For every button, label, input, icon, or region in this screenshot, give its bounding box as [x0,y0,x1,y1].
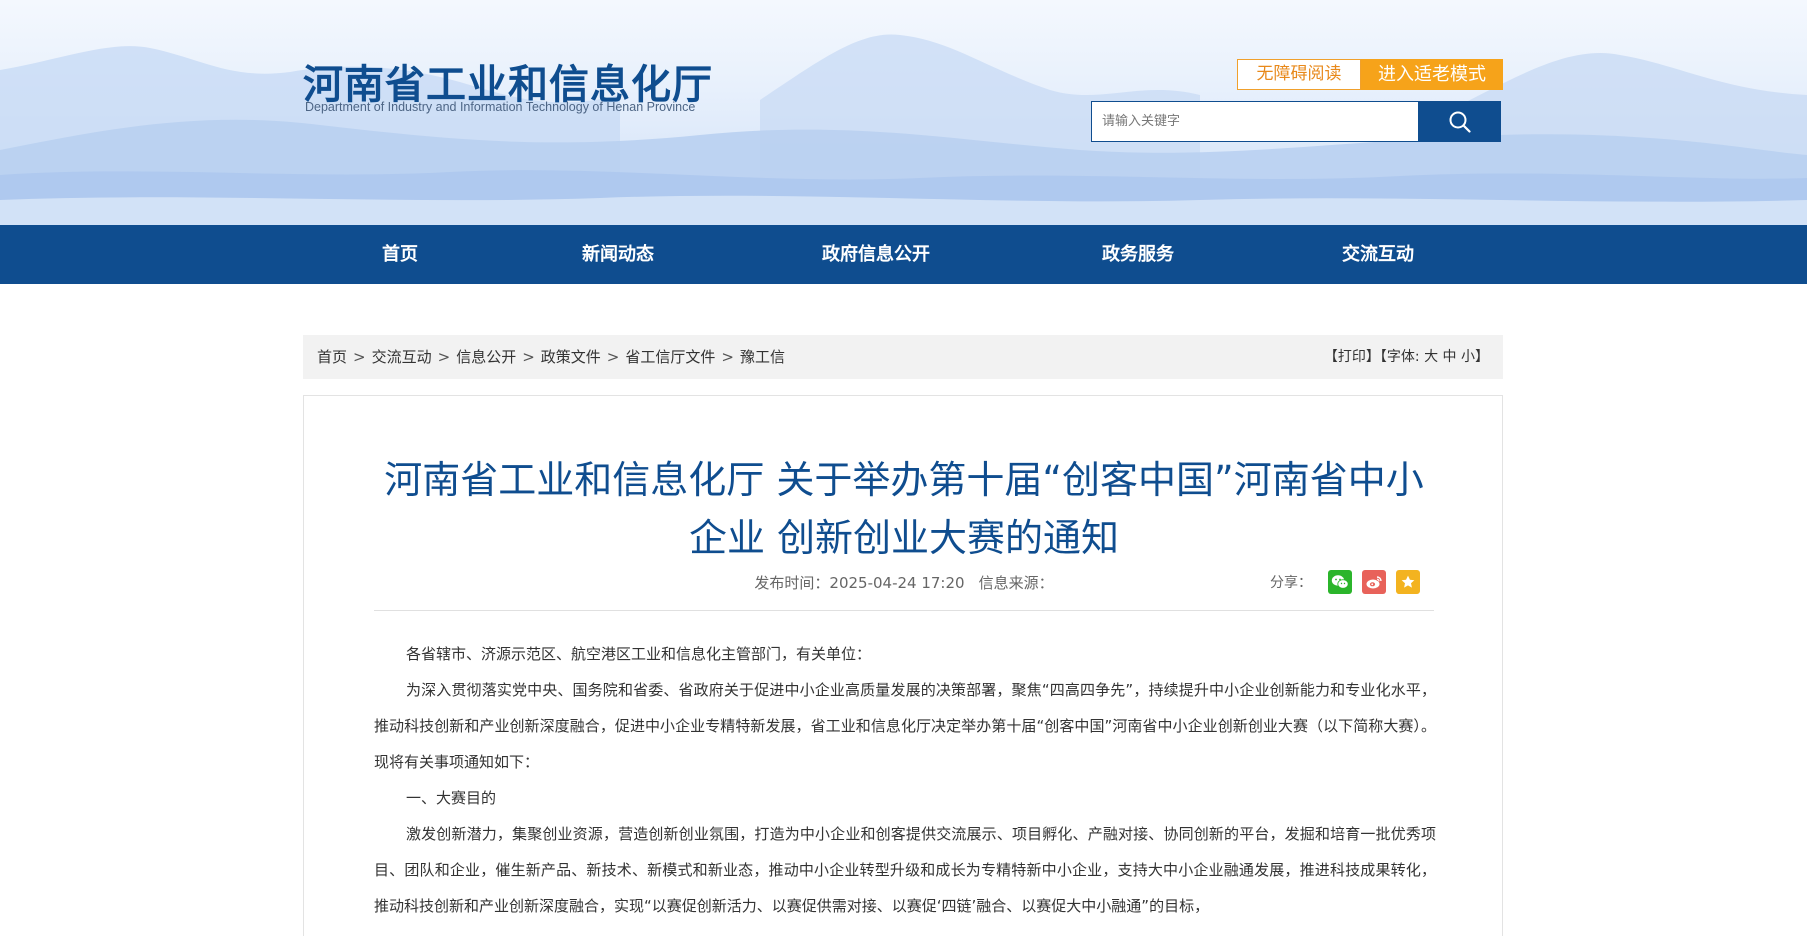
article-meta: 发布时间：2025-04-24 17:20 信息来源： 分享： [374,566,1434,611]
breadcrumb-link[interactable]: 首页 [317,348,347,366]
breadcrumb-separator: > [721,348,734,366]
breadcrumb-link[interactable]: 省工信厅文件 [625,348,715,366]
publish-time-label: 发布时间： [754,574,830,592]
search-box [1091,101,1501,142]
article-paragraph: 一、大赛目的 [406,789,497,807]
font-medium-button[interactable]: 中 [1443,349,1457,365]
breadcrumb-link[interactable]: 豫工信 [740,348,785,366]
search-icon [1449,111,1471,133]
accessible-reading-button[interactable]: 无障碍阅读 [1237,59,1361,90]
breadcrumb-link[interactable]: 交流互动 [372,348,432,366]
mode-switch-group: 无障碍阅读 进入适老模式 [1237,59,1503,90]
article-paragraph: 为深入贯彻落实党中央、国务院和省委、省政府关于促进中小企业高质量发展的决策部署，… [374,681,1436,771]
wechat-icon[interactable] [1328,570,1352,594]
nav-item-services[interactable]: 政务服务 [1102,225,1174,284]
mountain-banner-background [0,34,1807,225]
source-label: 信息来源： [978,574,1054,592]
elder-mode-button[interactable]: 进入适老模式 [1361,59,1503,90]
breadcrumb-link[interactable]: 政策文件 [541,348,601,366]
breadcrumb: 首页 > 交流互动 > 信息公开 > 政策文件 > 省工信厅文件 > 豫工信 [317,335,785,379]
nav-item-home[interactable]: 首页 [382,225,418,284]
breadcrumb-separator: > [437,348,451,366]
article-title: 河南省工业和信息化厅 关于举办第十届“创客中国”河南省中小企业 创新创业大赛的通… [384,458,1424,561]
share-bar: 分享： [1270,570,1420,594]
main-nav: 首页 新闻动态 政府信息公开 政务服务 交流互动 [0,225,1807,284]
breadcrumb-separator: > [606,348,620,366]
search-input[interactable] [1091,101,1419,142]
site-header: 河南省工业和信息化厅 Department of Industry and In… [0,0,1807,225]
site-logo-subtitle: Department of Industry and Information T… [305,100,696,114]
article-tools: 【打印】【字体: 大 中 小】 [1324,335,1489,379]
breadcrumb-separator: > [353,348,366,366]
article-paragraph: 激发创新潜力，集聚创业资源，营造创新创业氛围，打造为中小企业和创客提供交流展示、… [374,825,1436,915]
weibo-icon[interactable] [1362,570,1386,594]
font-small-button[interactable]: 小 [1461,349,1475,365]
article-panel: 河南省工业和信息化厅 关于举办第十届“创客中国”河南省中小企业 创新创业大赛的通… [303,395,1503,936]
star-icon[interactable] [1396,570,1420,594]
breadcrumb-bar: 首页 > 交流互动 > 信息公开 > 政策文件 > 省工信厅文件 > 豫工信 【打印】【字体: 大 … [303,335,1503,379]
search-button[interactable] [1418,101,1501,142]
font-size-close: 】 [1475,349,1489,365]
nav-item-news[interactable]: 新闻动态 [582,225,654,284]
print-button[interactable]: 【打印】 [1324,349,1380,365]
nav-item-interaction[interactable]: 交流互动 [1342,225,1414,284]
publish-time: 2025-04-24 17:20 [829,574,965,592]
share-label: 分享： [1270,575,1312,591]
font-size-label: 【字体: [1379,349,1420,365]
nav-item-gov-info[interactable]: 政府信息公开 [822,225,930,284]
article-paragraph: 各省辖市、济源示范区、航空港区工业和信息化主管部门，有关单位： [406,645,872,663]
font-large-button[interactable]: 大 [1424,349,1438,365]
breadcrumb-separator: > [522,348,535,366]
breadcrumb-link[interactable]: 信息公开 [456,348,516,366]
article-body: 各省辖市、济源示范区、航空港区工业和信息化主管部门，有关单位： 为深入贯彻落实党… [374,636,1436,924]
